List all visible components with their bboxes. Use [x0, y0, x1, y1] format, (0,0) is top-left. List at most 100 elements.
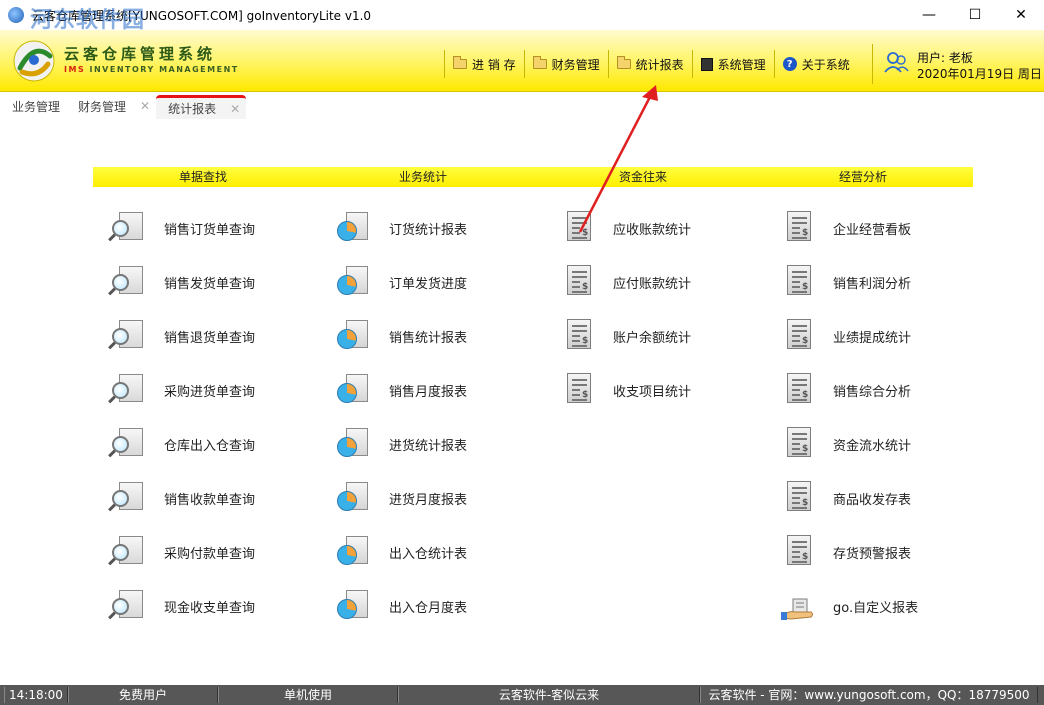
section-header-bar: 单据查找 业务统计 资金往来 经营分析 [93, 167, 973, 187]
item-label: 销售月度报表 [389, 384, 468, 400]
search-item[interactable]: 仓库出入仓查询 [98, 417, 318, 471]
business-stat-item[interactable]: 订货统计报表 [323, 201, 543, 255]
nav-label: 关于系统 [801, 57, 850, 72]
tab-business[interactable]: 业务管理 [0, 93, 66, 119]
business-stat-item[interactable]: 进货月度报表 [323, 471, 543, 525]
search-item[interactable]: 销售退货单查询 [98, 309, 318, 363]
brand-sub-rest: INVENTORY MANAGEMENT [85, 65, 239, 74]
close-button[interactable]: ✕ [998, 0, 1044, 30]
folder-icon [616, 56, 631, 69]
status-time: 14:18:00 [4, 687, 68, 703]
user-icon [884, 52, 909, 73]
item-label: 企业经营看板 [833, 222, 912, 238]
analysis-item[interactable]: $ 业绩提成统计 [767, 309, 987, 363]
item-label: 销售利润分析 [833, 276, 912, 292]
report-doc-icon: $ [779, 210, 815, 246]
brand-sub-prefix: IMS [64, 65, 86, 74]
funds-item[interactable]: $ 应付账款统计 [547, 255, 767, 309]
item-label: 存货预警报表 [833, 546, 912, 562]
nav-item-reports[interactable]: 统计报表 [607, 50, 692, 78]
nav-item-system[interactable]: 系统管理 [691, 50, 774, 78]
business-stat-item[interactable]: 出入仓统计表 [323, 525, 543, 579]
search-item[interactable]: 销售收款单查询 [98, 471, 318, 525]
item-label: 销售发货单查询 [164, 276, 256, 292]
maximize-button[interactable]: ☐ [952, 0, 998, 30]
status-website: 云客软件 - 官网：www.yungosoft.com，QQ：18779500 [700, 687, 1038, 703]
nav-item-about[interactable]: ? 关于系统 [773, 50, 858, 78]
search-item[interactable]: 采购付款单查询 [98, 525, 318, 579]
funds-item[interactable]: $ 收支项目统计 [547, 363, 767, 417]
help-icon: ? [782, 57, 797, 71]
brand-subtitle: IMS INVENTORY MANAGEMENT [64, 65, 239, 74]
pie-chart-doc-icon [335, 210, 371, 246]
business-stat-item[interactable]: 进货统计报表 [323, 417, 543, 471]
folder-icon [532, 56, 547, 69]
nav-item-inventory[interactable]: 进 销 存 [444, 50, 524, 78]
search-item[interactable]: 现金收支单查询 [98, 579, 318, 633]
search-item[interactable]: 销售订货单查询 [98, 201, 318, 255]
item-label: 收支项目统计 [613, 384, 692, 400]
search-item[interactable]: 采购进货单查询 [98, 363, 318, 417]
magnifier-doc-icon [108, 426, 146, 462]
analysis-item[interactable]: $ 销售利润分析 [767, 255, 987, 309]
pie-chart-doc-icon [335, 372, 371, 408]
item-label: go.自定义报表 [833, 600, 919, 616]
item-label: 出入仓月度表 [389, 600, 468, 616]
pie-chart-doc-icon [335, 426, 371, 462]
report-doc-icon: $ [779, 534, 815, 570]
status-mode: 单机使用 [218, 687, 398, 703]
annotation-arrow [578, 85, 658, 233]
column-search: 销售订货单查询 销售发货单查询销售退货单查询 采购进货单查询仓库出入仓查询销售收款单… [98, 201, 318, 633]
pie-chart-doc-icon [335, 588, 371, 624]
item-label: 账户余额统计 [613, 330, 692, 346]
business-stat-item[interactable]: 销售统计报表 [323, 309, 543, 363]
tab-reports[interactable]: 统计报表 ✕ [156, 95, 247, 119]
item-label: 采购付款单查询 [164, 546, 256, 562]
business-stat-item[interactable]: 出入仓月度表 [323, 579, 543, 633]
nav-item-finance[interactable]: 财务管理 [523, 50, 608, 78]
tab-close-icon[interactable]: ✕ [140, 99, 150, 113]
analysis-item[interactable]: $ 销售综合分析 [767, 363, 987, 417]
item-label: 销售统计报表 [389, 330, 468, 346]
business-stat-item[interactable]: 销售月度报表 [323, 363, 543, 417]
tab-label: 统计报表 [168, 102, 217, 116]
tab-bar: 业务管理 财务管理 ✕ 统计报表 ✕ [0, 93, 1044, 119]
funds-item[interactable]: $ 账户余额统计 [547, 309, 767, 363]
magnifier-doc-icon [108, 318, 146, 354]
item-label: 销售订货单查询 [164, 222, 256, 238]
magnifier-doc-icon [108, 264, 146, 300]
tab-close-icon[interactable]: ✕ [230, 102, 240, 116]
minimize-button[interactable]: — [906, 0, 952, 30]
section-header-analysis: 经营分析 [838, 170, 887, 184]
top-navigation: 进 销 存 财务管理 统计报表 系统管理 ? 关于系统 [444, 50, 858, 78]
tab-finance[interactable]: 财务管理 ✕ [66, 93, 156, 119]
item-label: 商品收发存表 [833, 492, 912, 508]
item-label: 资金流水统计 [833, 438, 912, 454]
item-label: 仓库出入仓查询 [164, 438, 256, 454]
analysis-item[interactable]: go.自定义报表 [767, 579, 987, 633]
report-doc-icon: $ [779, 264, 815, 300]
nav-label: 进 销 存 [472, 57, 516, 72]
window-controls: — ☐ ✕ [906, 0, 1044, 30]
pie-chart-doc-icon [335, 318, 371, 354]
item-label: 进货月度报表 [389, 492, 468, 508]
analysis-item[interactable]: $ 资金流水统计 [767, 417, 987, 471]
nav-label: 财务管理 [551, 57, 600, 72]
item-label: 销售综合分析 [833, 384, 912, 400]
current-date: 2020年01月19日 周日 [917, 67, 1042, 81]
tab-label: 财务管理 [78, 99, 127, 114]
report-doc-icon: $ [779, 426, 815, 462]
section-header-search: 单据查找 [178, 170, 227, 184]
system-icon [700, 57, 713, 71]
user-info: 用户: 老板 2020年01月19日 周日 [872, 44, 1042, 84]
ims-logo-icon [13, 40, 55, 82]
pie-chart-doc-icon [335, 264, 371, 300]
analysis-item[interactable]: $ 存货预警报表 [767, 525, 987, 579]
report-doc-icon: $ [779, 480, 815, 516]
search-item[interactable]: 销售发货单查询 [98, 255, 318, 309]
analysis-item[interactable]: $ 商品收发存表 [767, 471, 987, 525]
business-stat-item[interactable]: 订单发货进度 [323, 255, 543, 309]
analysis-item[interactable]: $ 企业经营看板 [767, 201, 987, 255]
reports-panel: 单据查找 业务统计 资金往来 经营分析 销售订货单查询 销售发货单查询销售退货单查… [0, 85, 1044, 685]
nav-label: 系统管理 [717, 57, 766, 72]
